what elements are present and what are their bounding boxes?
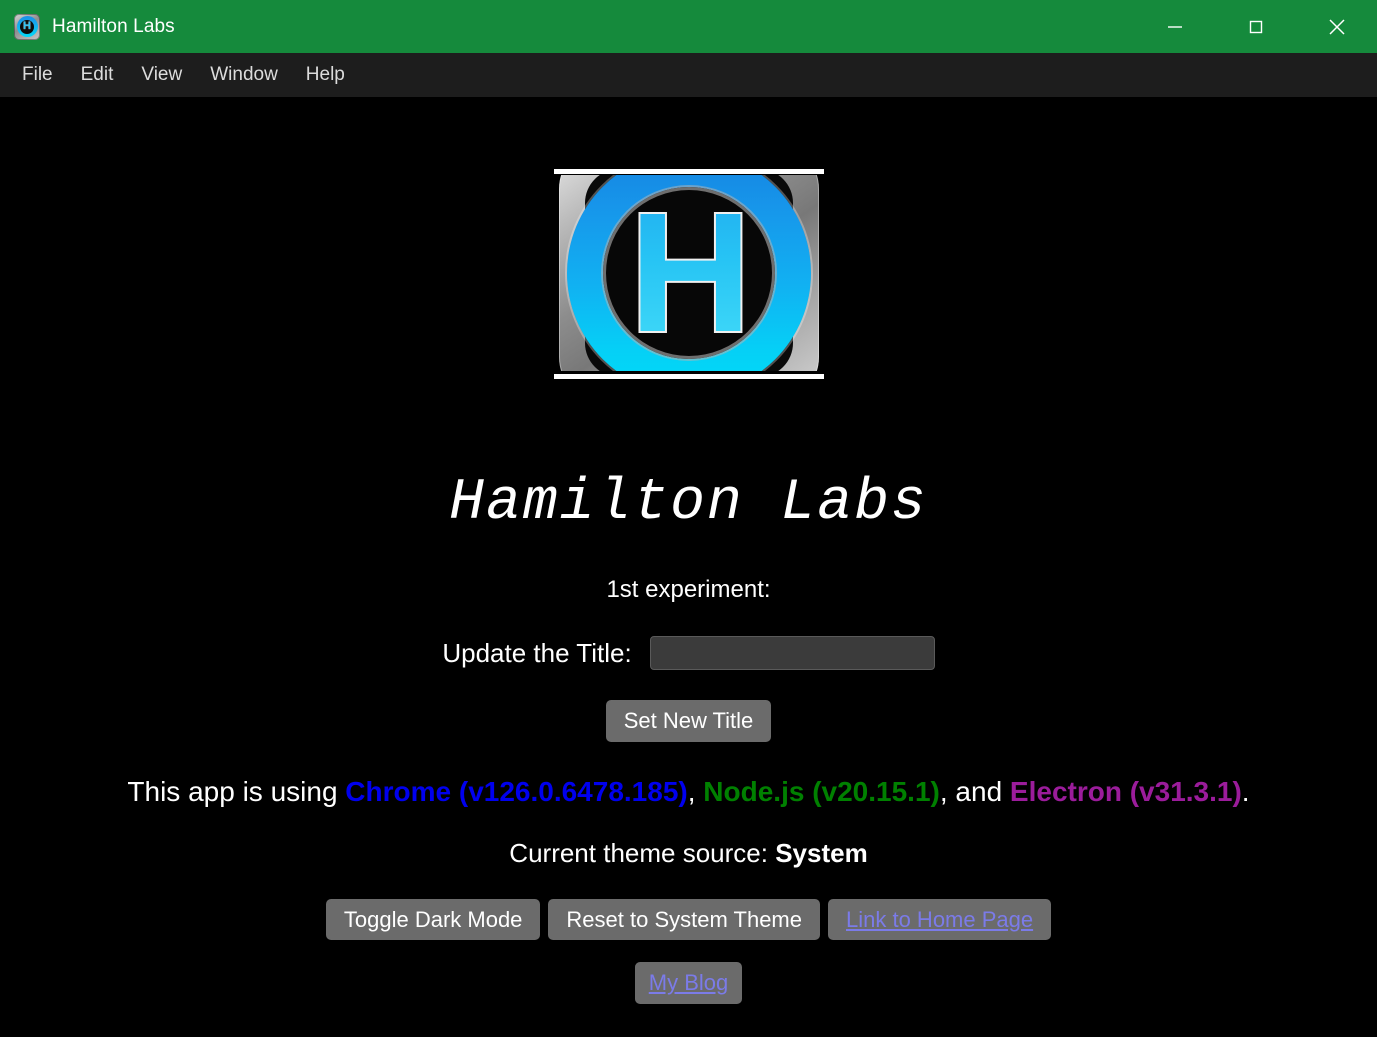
app-icon-letter: H [23, 20, 31, 32]
update-title-label: Update the Title: [442, 637, 632, 668]
menu-item-edit[interactable]: Edit [67, 60, 128, 90]
toggle-dark-mode-button[interactable]: Toggle Dark Mode [325, 898, 541, 940]
maximize-icon [1249, 20, 1262, 33]
versions-prefix: This app is using [127, 775, 346, 807]
app-logo: H H [553, 97, 824, 449]
versions-line: This app is using Chrome (v126.0.6478.18… [0, 776, 1377, 808]
minimize-button[interactable] [1134, 0, 1215, 53]
minimize-icon [1167, 25, 1182, 28]
logo-top-bar [553, 169, 824, 174]
logo-frame: H H [558, 175, 819, 371]
logo-letter: H [559, 175, 819, 371]
reset-system-theme-button[interactable]: Reset to System Theme [548, 898, 820, 940]
update-title-form: Update the Title: [0, 636, 1377, 670]
main-content: H H Hamilton Labs 1st experiment: Update… [0, 97, 1377, 1037]
my-blog-button[interactable]: My Blog [634, 962, 743, 1004]
electron-version: Electron (v31.3.1) [1009, 775, 1242, 807]
set-new-title-button[interactable]: Set New Title [605, 700, 772, 742]
window-title: Hamilton Labs [52, 15, 175, 37]
set-title-row: Set New Title [0, 700, 1377, 742]
menu-item-view[interactable]: View [127, 60, 196, 90]
title-input[interactable] [649, 636, 935, 670]
theme-source-line: Current theme source: System [0, 838, 1377, 869]
menu-bar: File Edit View Window Help [0, 53, 1377, 97]
chrome-version: Chrome (v126.0.6478.185) [345, 775, 688, 807]
blog-row: My Blog [0, 962, 1377, 1004]
page-title: Hamilton Labs [449, 471, 928, 536]
theme-buttons-row: Toggle Dark Mode Reset to System Theme L… [0, 898, 1377, 940]
app-icon-hole: H [20, 19, 34, 34]
logo-frame-inner: H H [558, 175, 819, 371]
versions-separator-2: , and [939, 775, 1010, 807]
node-version: Node.js (v20.15.1) [703, 775, 940, 807]
app-icon: H [14, 13, 40, 40]
link-home-page-button[interactable]: Link to Home Page [828, 898, 1052, 940]
experiment-label: 1st experiment: [606, 576, 771, 603]
menu-item-help[interactable]: Help [292, 60, 359, 90]
link-home-page-link[interactable]: Link to Home Page [846, 907, 1033, 932]
versions-separator-1: , [687, 775, 704, 807]
theme-source-value: System [775, 837, 868, 868]
title-bar: H Hamilton Labs [0, 0, 1377, 53]
my-blog-link[interactable]: My Blog [649, 970, 728, 995]
close-button[interactable] [1296, 0, 1377, 53]
menu-item-window[interactable]: Window [196, 60, 292, 90]
window-controls [1134, 0, 1377, 53]
maximize-button[interactable] [1215, 0, 1296, 53]
versions-suffix: . [1241, 775, 1250, 807]
close-icon [1328, 18, 1345, 35]
app-icon-ring: H [16, 16, 38, 37]
logo-bottom-bar [553, 374, 824, 379]
theme-source-label: Current theme source: [509, 837, 776, 868]
menu-item-file[interactable]: File [8, 60, 67, 90]
